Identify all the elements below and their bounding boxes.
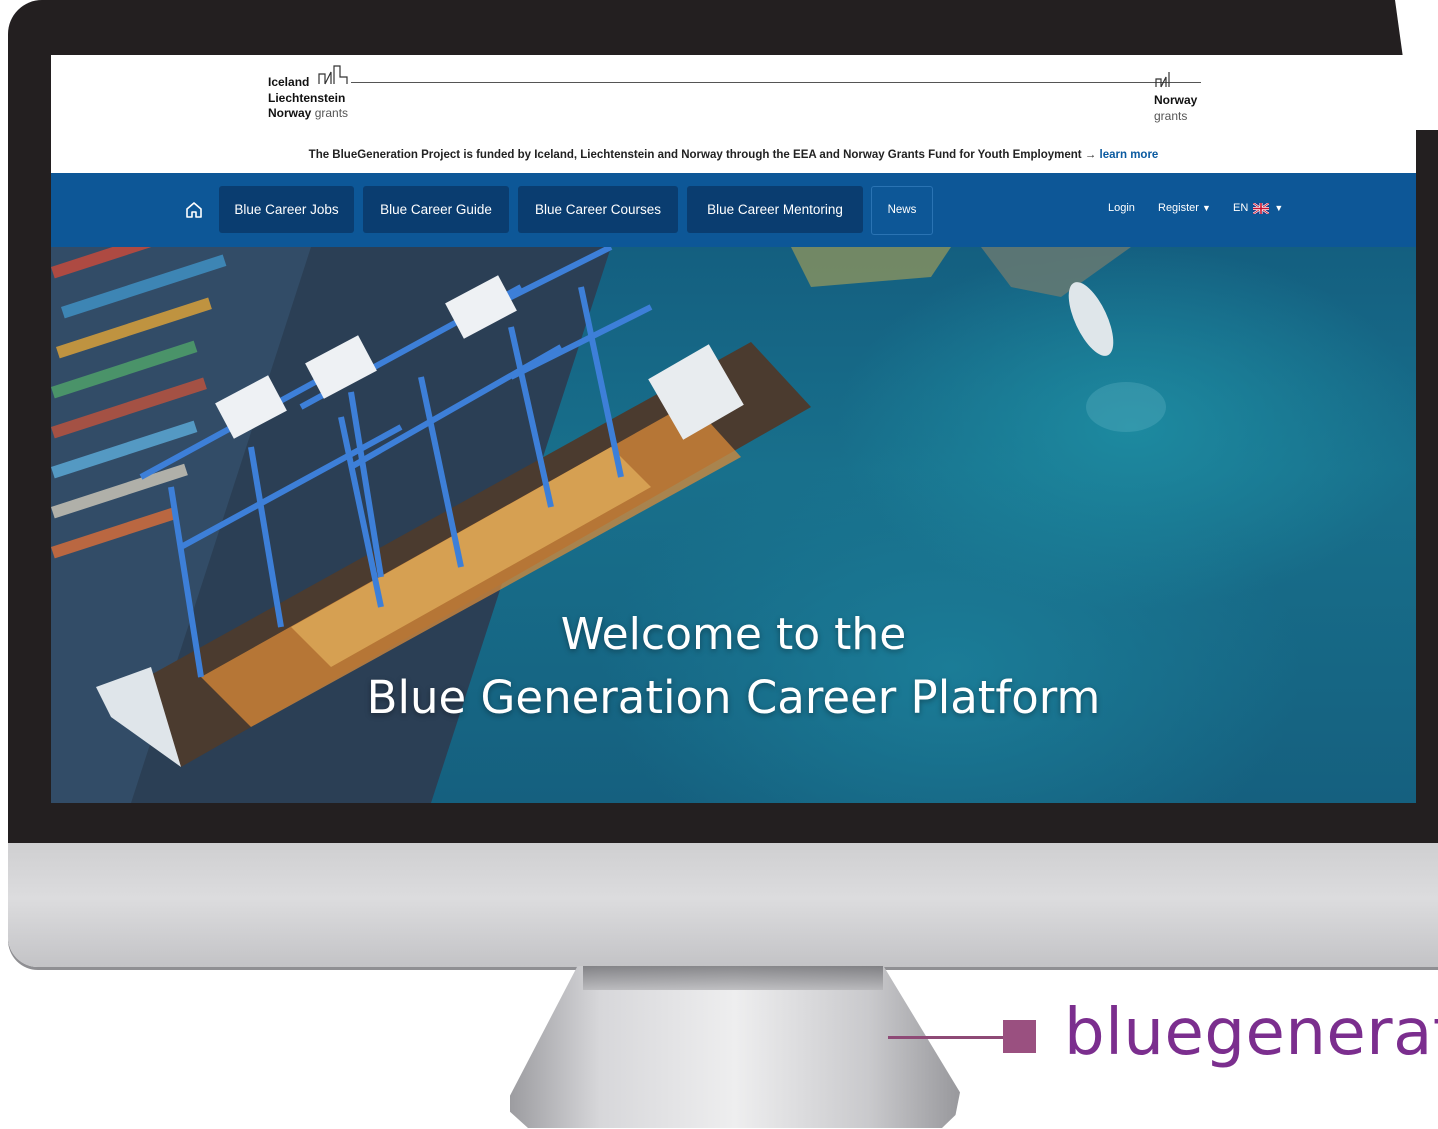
home-icon[interactable] bbox=[184, 200, 204, 220]
register-dropdown[interactable]: Register ▼ bbox=[1158, 202, 1211, 214]
nav-blue-career-jobs[interactable]: Blue Career Jobs bbox=[219, 186, 354, 233]
logo-right-norway: Norway bbox=[1154, 93, 1198, 107]
norway-grants-logo-icon bbox=[1155, 72, 1170, 88]
right-grants-logo: Norway grants bbox=[1154, 93, 1197, 124]
nav-blue-career-courses[interactable]: Blue Career Courses bbox=[518, 186, 678, 233]
language-selector[interactable]: EN ▼ bbox=[1233, 202, 1283, 214]
caption-text: bluegenerat bbox=[1064, 996, 1438, 1070]
eea-grants-bar: Iceland Liechtenstein Norway grants Norw… bbox=[51, 55, 1416, 173]
monitor-chin bbox=[8, 843, 1438, 967]
logo-norway: Norway bbox=[268, 106, 312, 120]
hero-banner: Welcome to the Blue Generation Career Pl… bbox=[51, 247, 1416, 803]
main-navigation: Blue Career Jobs Blue Career Guide Blue … bbox=[51, 173, 1416, 247]
nav-blue-career-guide[interactable]: Blue Career Guide bbox=[363, 186, 509, 233]
funding-text: The BlueGeneration Project is funded by … bbox=[308, 149, 1097, 161]
hero-title-line2: Blue Generation Career Platform bbox=[366, 671, 1101, 724]
logo-right-grants: grants bbox=[1154, 108, 1188, 123]
login-link[interactable]: Login bbox=[1108, 202, 1135, 214]
nav-news[interactable]: News bbox=[871, 186, 933, 235]
funding-notice: The BlueGeneration Project is funded by … bbox=[51, 149, 1416, 161]
monitor-stand-neck-shadow bbox=[583, 966, 883, 990]
caption-bullet bbox=[1003, 1020, 1036, 1053]
uk-flag-icon bbox=[1253, 202, 1270, 214]
hero-title-line1: Welcome to the bbox=[560, 609, 907, 660]
chevron-down-icon: ▼ bbox=[1274, 203, 1284, 213]
logo-divider-line bbox=[351, 82, 1201, 83]
monitor-stand bbox=[510, 966, 960, 1128]
register-label: Register bbox=[1158, 202, 1199, 214]
logo-liechtenstein: Liechtenstein bbox=[268, 90, 346, 105]
chevron-down-icon: ▼ bbox=[1201, 203, 1211, 213]
logo-iceland: Iceland bbox=[268, 75, 310, 89]
nav-blue-career-mentoring[interactable]: Blue Career Mentoring bbox=[687, 186, 863, 233]
learn-more-link[interactable]: learn more bbox=[1100, 149, 1159, 161]
logo-grants: grants bbox=[314, 106, 349, 120]
language-label: EN bbox=[1233, 202, 1249, 214]
left-grants-logo: Iceland Liechtenstein Norway grants bbox=[268, 75, 348, 122]
caption-connector-line bbox=[888, 1036, 1010, 1039]
website-screen: Iceland Liechtenstein Norway grants Norw… bbox=[51, 55, 1416, 803]
